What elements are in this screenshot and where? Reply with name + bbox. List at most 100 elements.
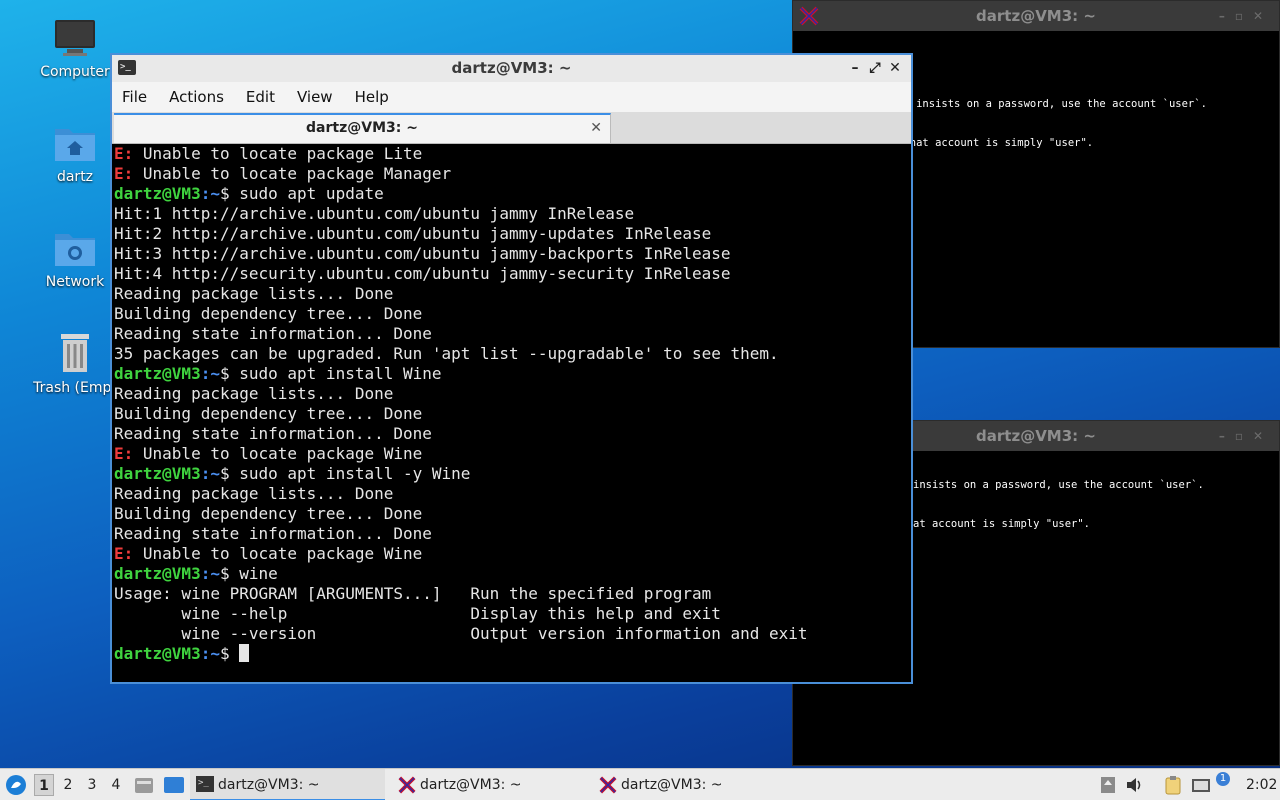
terminal-line: dartz@VM3:~$ sudo apt update [114,184,911,204]
xterm-titlebar[interactable]: dartz@VM3: ~ –▫✕ [793,1,1279,31]
terminal-line: dartz@VM3:~$ sudo apt install -y Wine [114,464,911,484]
x11-icon [599,776,617,794]
terminal-line: Building dependency tree... Done [114,304,911,324]
error-tag: E: [114,144,134,163]
tab-bar: dartz@VM3: ~ ✕ [112,112,911,144]
prompt-symbol: $ [219,184,240,203]
tab-terminal[interactable]: dartz@VM3: ~ ✕ [114,113,611,143]
clock[interactable]: 2:02 [1246,769,1277,800]
window-controls[interactable]: –▫✕ [1219,1,1273,31]
x11-icon [799,6,819,26]
terminal-titlebar[interactable]: >_ dartz@VM3: ~ – ⤢ ✕ [112,55,911,82]
task-label: dartz@VM3: ~ [420,777,522,793]
xterm-title: dartz@VM3: ~ [976,7,1096,25]
taskbar-task[interactable]: dartz@VM3: ~ [392,769,587,800]
command-text: wine [239,564,278,583]
home-folder-icon [55,129,95,161]
line-text: wine --version Output version informatio… [114,624,808,643]
line-text: Hit:3 http://archive.ubuntu.com/ubuntu j… [114,244,731,263]
line-text: Reading package lists... Done [114,484,394,503]
terminal-line: 35 packages can be upgraded. Run 'apt li… [114,344,911,364]
terminal-line: Reading package lists... Done [114,384,911,404]
command-text: sudo apt install Wine [239,364,442,383]
terminal-line: Hit:2 http://archive.ubuntu.com/ubuntu j… [114,224,911,244]
error-tag: E: [114,544,134,563]
task-label: dartz@VM3: ~ [621,777,723,793]
line-text: 35 packages can be upgraded. Run 'apt li… [114,344,779,363]
terminal-line: Reading state information... Done [114,324,911,344]
terminal-line: E: Unable to locate package Wine [114,444,911,464]
menu-bar: File Actions Edit View Help [112,82,911,112]
line-text: Hit:4 http://security.ubuntu.com/ubuntu … [114,264,731,283]
network-status-icon[interactable] [1191,776,1211,794]
tab-close-icon[interactable]: ✕ [590,115,602,142]
clipboard-icon[interactable] [1164,775,1182,795]
line-text: Unable to locate package Wine [133,544,423,563]
prompt-path: :~ [200,464,220,483]
menu-view[interactable]: View [297,88,333,106]
menu-edit[interactable]: Edit [246,88,275,106]
terminal-icon: >_ [196,776,214,792]
app-menu-icon[interactable] [5,774,27,796]
terminal-output[interactable]: E: Unable to locate package Lite E: Unabl… [112,144,911,664]
show-desktop-icon[interactable] [163,776,185,794]
terminal-line: E: Unable to locate package Wine [114,544,911,564]
prompt-path: :~ [200,564,220,583]
task-label: dartz@VM3: ~ [218,777,320,793]
line-text: Reading package lists... Done [114,384,394,403]
terminal-icon: >_ [118,60,136,75]
close-button[interactable]: ✕ [885,55,905,82]
minimize-button[interactable]: – [845,55,865,82]
notification-badge: 1 [1219,773,1227,784]
line-text: Hit:2 http://archive.ubuntu.com/ubuntu j… [114,224,712,243]
line-text: wine --help Display this help and exit [114,604,721,623]
error-tag: E: [114,444,134,463]
terminal-line: Hit:3 http://archive.ubuntu.com/ubuntu j… [114,244,911,264]
file-manager-launcher-icon[interactable] [134,776,154,794]
workspace-2[interactable]: 2 [58,774,78,796]
line-text: Unable to locate package Wine [133,444,423,463]
terminal-line: wine --version Output version informatio… [114,624,911,644]
prompt-user: dartz@VM3 [114,364,201,383]
prompt-path: :~ [200,644,220,663]
workspace-4[interactable]: 4 [106,774,126,796]
line-text: Reading state information... Done [114,424,432,443]
menu-actions[interactable]: Actions [169,88,224,106]
taskbar-task[interactable]: >_ dartz@VM3: ~ [190,769,385,800]
workspace-1[interactable]: 1 [34,774,54,796]
terminal-line: wine --help Display this help and exit [114,604,911,624]
tab-label: dartz@VM3: ~ [306,120,418,136]
taskbar-task[interactable]: dartz@VM3: ~ [593,769,788,800]
error-tag: E: [114,164,134,183]
notification-icon[interactable]: 1 [1216,772,1230,786]
terminal-line: Building dependency tree... Done [114,504,911,524]
prompt-symbol: $ [219,464,240,483]
prompt-symbol: $ [219,364,240,383]
prompt-user: dartz@VM3 [114,564,201,583]
line-text: Building dependency tree... Done [114,304,423,323]
maximize-button[interactable]: ⤢ [865,55,885,82]
terminal-line: dartz@VM3:~$ sudo apt install Wine [114,364,911,384]
terminal-window[interactable]: >_ dartz@VM3: ~ – ⤢ ✕ File Actions Edit Vi… [110,53,913,684]
volume-icon[interactable] [1126,777,1144,793]
terminal-line: dartz@VM3:~$ wine [114,564,911,584]
line-text: Usage: wine PROGRAM [ARGUMENTS...] Run t… [114,584,712,603]
window-controls[interactable]: –▫✕ [1219,421,1273,451]
prompt-user: dartz@VM3 [114,644,201,663]
network-folder-icon [55,234,95,266]
workspace-3[interactable]: 3 [82,774,102,796]
menu-help[interactable]: Help [355,88,389,106]
terminal-line: Building dependency tree... Done [114,404,911,424]
keyboard-layout-icon[interactable] [1100,776,1116,794]
menu-file[interactable]: File [122,88,147,106]
command-text: sudo apt install -y Wine [239,464,471,483]
xterm-line: insists on a password, use the account `… [913,479,1204,491]
prompt-path: :~ [200,364,220,383]
prompt-symbol: $ [219,564,240,583]
xterm-title: dartz@VM3: ~ [976,427,1096,445]
terminal-line: Usage: wine PROGRAM [ARGUMENTS...] Run t… [114,584,911,604]
window-title: dartz@VM3: ~ [451,59,572,77]
trash-icon [61,334,89,372]
line-text: Hit:1 http://archive.ubuntu.com/ubuntu j… [114,204,635,223]
computer-icon [55,20,95,56]
